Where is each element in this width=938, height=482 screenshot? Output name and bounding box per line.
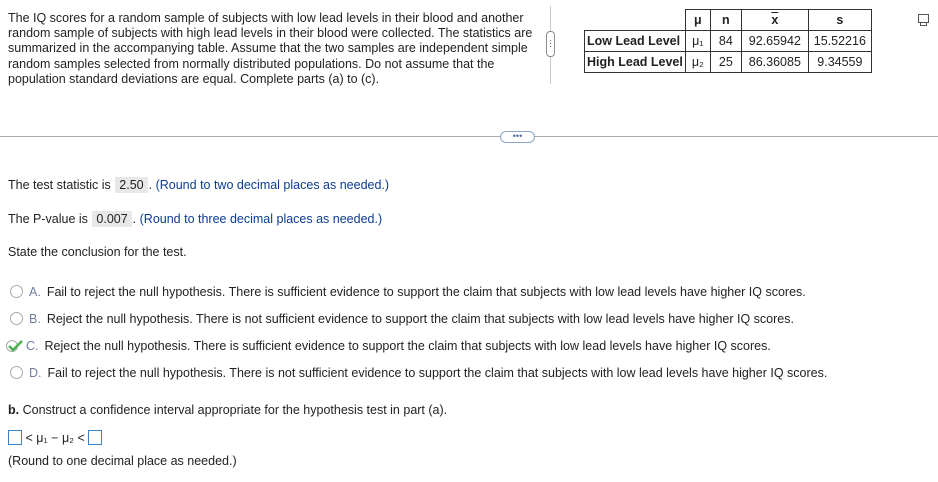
option-text: Fail to reject the null hypothesis. Ther… xyxy=(47,366,828,380)
parameter-difference: μ₁ − μ₂ xyxy=(36,431,75,445)
p-value-label: The P-value is xyxy=(8,212,88,226)
xbar-header: x xyxy=(740,9,809,31)
row-label: High Lead Level xyxy=(584,51,686,73)
p-value-hint: (Round to three decimal places as needed… xyxy=(139,212,383,226)
option-text: Reject the null hypothesis. There is not… xyxy=(46,312,794,326)
part-b-hint: (Round to one decimal place as needed.) xyxy=(8,454,237,468)
table-row: High Lead Level μ₂ 25 86.36085 9.34559 xyxy=(584,51,872,73)
blank-header-cell xyxy=(584,9,686,31)
test-statistic-label: The test statistic is xyxy=(8,178,111,192)
radio-button[interactable] xyxy=(10,366,23,379)
less-than-sign: < xyxy=(77,431,85,445)
option-letter: A. xyxy=(29,285,41,299)
option-a[interactable]: A. Fail to reject the null hypothesis. Th… xyxy=(10,285,806,299)
n-header: n xyxy=(709,9,742,31)
n-cell: 84 xyxy=(709,30,742,52)
table-row: Low Lead Level μ₁ 84 92.65942 15.52216 xyxy=(584,30,872,52)
checkmark-icon xyxy=(6,340,24,352)
statistics-table: μ n x s Low Lead Level μ₁ 84 92.65942 15… xyxy=(584,9,872,73)
mu-cell: μ₁ xyxy=(684,30,711,52)
option-letter: B. xyxy=(29,312,41,326)
s-cell: 9.34559 xyxy=(807,51,872,73)
option-text: Reject the null hypothesis. There is suf… xyxy=(44,339,771,353)
confidence-interval-row: < μ₁ − μ₂ < xyxy=(8,430,103,445)
test-statistic-line: The test statistic is 2.50. (Round to tw… xyxy=(8,177,390,193)
option-letter: D. xyxy=(29,366,42,380)
radio-button[interactable] xyxy=(10,285,23,298)
p-value-answer[interactable]: 0.007 xyxy=(92,211,132,227)
option-letter: C. xyxy=(26,339,39,353)
part-b-heading: b. Construct a confidence interval appro… xyxy=(8,403,447,417)
vertical-scrollbar[interactable] xyxy=(546,6,555,84)
option-text: Fail to reject the null hypothesis. Ther… xyxy=(46,285,806,299)
test-statistic-hint: (Round to two decimal places as needed.) xyxy=(155,178,390,192)
xbar-cell: 86.36085 xyxy=(740,51,809,73)
table-header-row: μ n x s xyxy=(584,9,872,31)
upper-bound-input[interactable] xyxy=(88,430,103,445)
row-label: Low Lead Level xyxy=(584,30,686,52)
more-button[interactable]: ••• xyxy=(500,131,535,143)
radio-button[interactable] xyxy=(10,312,23,325)
mu-cell: μ₂ xyxy=(684,51,711,73)
part-b-text: Construct a confidence interval appropri… xyxy=(22,403,448,417)
n-cell: 25 xyxy=(709,51,742,73)
s-cell: 15.52216 xyxy=(807,30,872,52)
xbar-cell: 92.65942 xyxy=(740,30,809,52)
less-than-sign: < xyxy=(25,431,33,445)
problem-statement: The IQ scores for a random sample of sub… xyxy=(8,11,533,86)
section-divider xyxy=(0,136,938,137)
option-b[interactable]: B. Reject the null hypothesis. There is n… xyxy=(10,312,794,326)
s-header: s xyxy=(807,9,872,31)
lower-bound-input[interactable] xyxy=(8,430,22,445)
option-d[interactable]: D. Fail to reject the null hypothesis. Th… xyxy=(10,366,827,380)
copy-icon[interactable] xyxy=(918,14,929,26)
test-statistic-answer[interactable]: 2.50 xyxy=(115,177,148,193)
option-c[interactable]: C. Reject the null hypothesis. There is s… xyxy=(6,339,771,353)
part-b-label: b. xyxy=(8,403,20,417)
p-value-line: The P-value is 0.007. (Round to three de… xyxy=(8,211,383,227)
mu-header: μ xyxy=(684,9,711,31)
conclusion-prompt: State the conclusion for the test. xyxy=(8,245,187,259)
scroll-handle[interactable] xyxy=(546,31,555,57)
